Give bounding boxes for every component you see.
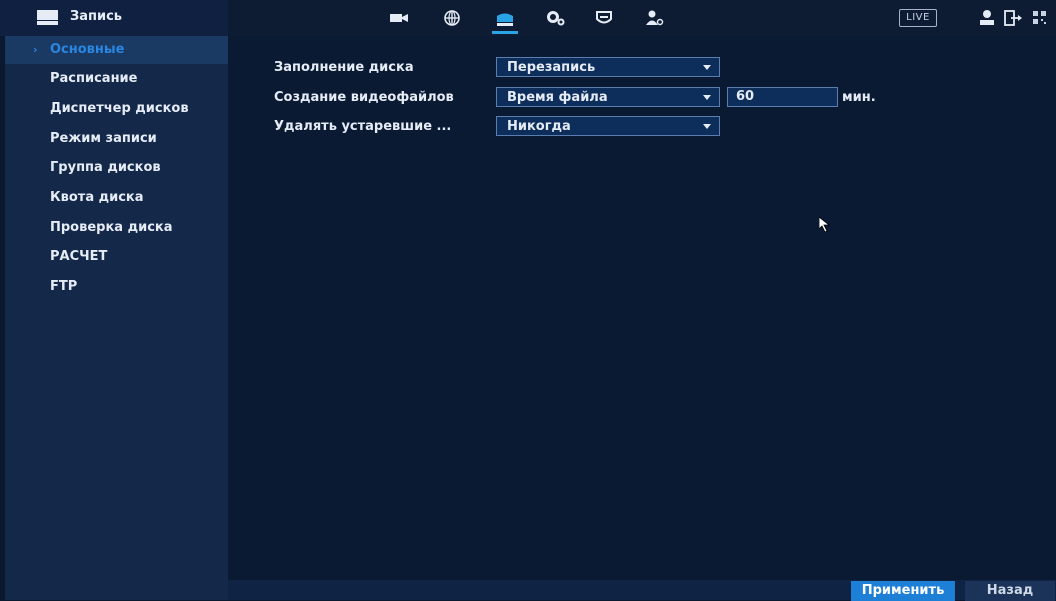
logout-icon[interactable] (1002, 8, 1024, 28)
mouse-pointer-icon (818, 216, 831, 237)
create-files-select[interactable]: Время файла (496, 87, 720, 107)
sidebar-item-label: Режим записи (50, 131, 157, 146)
storage-icon[interactable] (492, 8, 518, 34)
file-length-unit: мин. (842, 90, 876, 105)
disk-full-label: Заполнение диска (274, 60, 414, 75)
chevron-down-icon (703, 95, 711, 100)
qr-icon[interactable] (1030, 8, 1050, 28)
sidebar-item-label: Проверка диска (50, 220, 173, 235)
sidebar-item-ftp[interactable]: FTP (5, 273, 228, 301)
top-bar: Запись LIVE (0, 0, 1056, 36)
sidebar-item-label: FTP (50, 279, 78, 294)
header-title-area: Запись (0, 0, 228, 36)
chevron-down-icon (703, 124, 711, 129)
delete-old-select[interactable]: Никогда (496, 116, 720, 136)
delete-old-value: Никогда (507, 119, 571, 134)
sidebar-item-label: Группа дисков (50, 160, 161, 175)
disk-full-value: Перезапись (507, 60, 596, 75)
sidebar-item-general[interactable]: › Основные (5, 36, 228, 64)
chevron-right-icon: › (33, 43, 38, 56)
back-button[interactable]: Назад (965, 581, 1055, 601)
main-panel: Заполнение диска Перезапись Создание вид… (228, 36, 1056, 601)
file-length-input[interactable]: 60 (727, 87, 838, 107)
disk-full-select[interactable]: Перезапись (496, 57, 720, 77)
apply-button[interactable]: Применить (851, 581, 955, 601)
user-icon[interactable] (976, 8, 998, 28)
network-icon[interactable] (441, 8, 463, 28)
sidebar-item-label: Диспетчер дисков (50, 101, 189, 116)
sidebar-item-disk-quota[interactable]: Квота диска (5, 184, 228, 212)
create-files-label: Создание видеофайлов (274, 90, 454, 105)
sidebar: › Основные Расписание Диспетчер дисков Р… (5, 36, 228, 600)
sidebar-item-label: Основные (50, 42, 125, 57)
delete-old-label: Удалять устаревшие ... (274, 119, 452, 134)
account-icon[interactable] (644, 8, 666, 28)
camera-icon[interactable] (388, 8, 410, 28)
sidebar-item-disk-manager[interactable]: Диспетчер дисков (5, 95, 228, 123)
sidebar-item-label: РАСЧЕТ (50, 249, 108, 264)
sidebar-item-calculation[interactable]: РАСЧЕТ (5, 243, 228, 271)
sidebar-item-label: Расписание (50, 71, 138, 86)
security-icon[interactable] (593, 8, 615, 28)
page-title: Запись (70, 9, 123, 24)
sidebar-item-disk-group[interactable]: Группа дисков (5, 154, 228, 182)
create-files-value: Время файла (507, 90, 608, 105)
chevron-down-icon (703, 65, 711, 70)
live-button[interactable]: LIVE (899, 9, 937, 27)
sidebar-item-schedule[interactable]: Расписание (5, 65, 228, 93)
storage-title-icon (37, 10, 58, 25)
settings-icon[interactable] (545, 8, 567, 28)
sidebar-item-record-mode[interactable]: Режим записи (5, 125, 228, 153)
sidebar-item-label: Квота диска (50, 190, 144, 205)
sidebar-item-disk-check[interactable]: Проверка диска (5, 214, 228, 242)
